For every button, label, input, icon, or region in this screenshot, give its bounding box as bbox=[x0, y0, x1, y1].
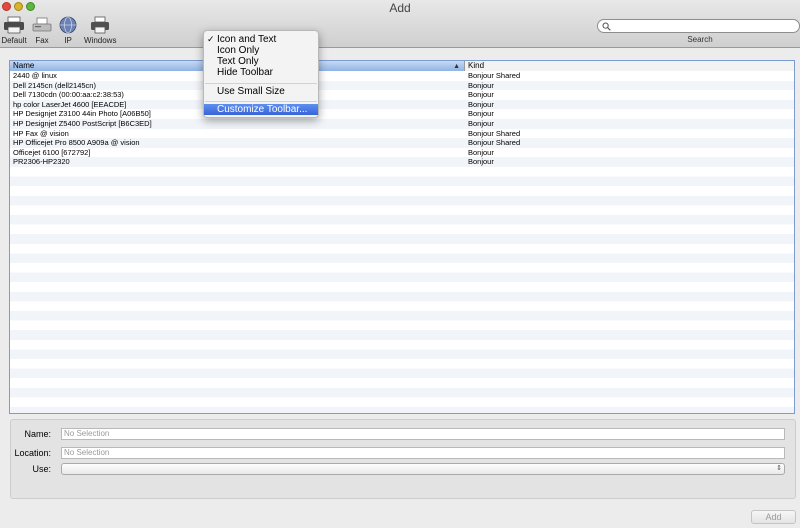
column-header-kind[interactable]: Kind bbox=[465, 61, 794, 71]
toolbar-context-menu: ✓ Icon and Text Icon Only Text Only Hide… bbox=[203, 30, 319, 118]
menu-separator bbox=[205, 83, 317, 84]
search-icon bbox=[602, 22, 611, 31]
printer-kind: Bonjour bbox=[468, 147, 494, 157]
updown-arrows-icon: ⇕ bbox=[776, 465, 782, 472]
use-label: Use: bbox=[32, 464, 51, 474]
search-input[interactable] bbox=[597, 19, 800, 33]
printer-kind: Bonjour bbox=[468, 90, 494, 100]
printer-name: HP Fax @ vision bbox=[13, 128, 69, 138]
table-row[interactable]: 2440 @ linux Bonjour Shared bbox=[10, 71, 794, 81]
printer-name: Officejet 6100 [672792] bbox=[13, 147, 91, 157]
toolbar-fax-label: Fax bbox=[35, 36, 49, 45]
printer-kind: Bonjour bbox=[468, 99, 494, 109]
toolbar-windows-button[interactable]: Windows bbox=[84, 16, 116, 45]
menu-item-text-only[interactable]: Text Only bbox=[204, 56, 318, 67]
table-body: 2440 @ linux Bonjour Shared Dell 2145cn (… bbox=[10, 71, 794, 413]
table-row[interactable]: HP Fax @ vision Bonjour Shared bbox=[10, 128, 794, 139]
toolbar-fax-button[interactable]: Fax bbox=[31, 16, 53, 45]
printer-kind: Bonjour bbox=[468, 118, 494, 128]
printer-name: HP Officejet Pro 8500 A909a @ vision bbox=[13, 138, 140, 148]
toolbar-default-button[interactable]: Default bbox=[1, 16, 27, 45]
menu-item-icon-and-text[interactable]: ✓ Icon and Text bbox=[204, 34, 318, 45]
toolbar-ip-button[interactable]: IP bbox=[57, 16, 79, 45]
printer-kind: Bonjour Shared bbox=[468, 71, 521, 80]
table-row[interactable]: HP Designjet Z3100 44in Photo [A06B50] Bo… bbox=[10, 109, 794, 119]
add-button[interactable]: Add bbox=[751, 510, 796, 524]
printer-icon bbox=[4, 16, 24, 34]
printer-name: HP Designjet Z5400 PostScript [B6C3ED] bbox=[13, 118, 152, 128]
table-row[interactable]: Officejet 6100 [672792] Bonjour bbox=[10, 147, 794, 158]
fax-icon bbox=[32, 17, 52, 32]
window-title: Add bbox=[389, 1, 411, 15]
menu-item-use-small-size[interactable]: Use Small Size bbox=[204, 86, 318, 97]
printer-details-panel: Name: No Selection Location: No Selectio… bbox=[10, 419, 796, 499]
menu-item-hide-toolbar[interactable]: Hide Toolbar bbox=[204, 67, 318, 78]
printer-kind: Bonjour Shared bbox=[468, 128, 521, 138]
table-row[interactable]: hp color LaserJet 4600 [EEACDE] Bonjour bbox=[10, 99, 794, 110]
printer-kind: Bonjour bbox=[468, 109, 494, 119]
printer-table[interactable]: Name ▲ Kind 2440 @ linux Bonjour Shared D… bbox=[9, 60, 795, 414]
table-row[interactable]: PR2306-HP2320 Bonjour bbox=[10, 157, 794, 167]
table-row[interactable]: Dell 7130cdn (00:00:aa:c2:38:53) Bonjour bbox=[10, 90, 794, 100]
globe-icon bbox=[59, 16, 77, 34]
printer-kind: Bonjour bbox=[468, 157, 494, 167]
printer-kind: Bonjour bbox=[468, 80, 494, 90]
table-row[interactable]: Dell 2145cn (dell2145cn) Bonjour bbox=[10, 80, 794, 91]
table-row[interactable]: HP Designjet Z5400 PostScript [B6C3ED] Bo… bbox=[10, 118, 794, 129]
name-label: Name: bbox=[24, 429, 51, 439]
location-label: Location: bbox=[14, 448, 51, 458]
menu-item-icon-only[interactable]: Icon Only bbox=[204, 45, 318, 56]
toolbar-default-label: Default bbox=[1, 36, 27, 45]
menu-item-customize-toolbar[interactable]: Customize Toolbar... bbox=[204, 104, 318, 115]
search-label: Search bbox=[687, 35, 713, 44]
table-row[interactable]: HP Officejet Pro 8500 A909a @ vision Bonj… bbox=[10, 138, 794, 148]
printer-kind: Bonjour Shared bbox=[468, 138, 521, 148]
windows-printer-icon bbox=[91, 16, 109, 34]
printer-name: PR2306-HP2320 bbox=[13, 157, 70, 167]
menu-separator bbox=[205, 101, 317, 102]
location-field[interactable]: No Selection bbox=[61, 447, 785, 459]
name-field[interactable]: No Selection bbox=[61, 428, 785, 440]
toolbar-ip-label: IP bbox=[64, 36, 72, 45]
toolbar-windows-label: Windows bbox=[84, 36, 117, 45]
window-titlebar: Add Default Fax IP Windows Search bbox=[0, 0, 800, 48]
checkmark-icon: ✓ bbox=[207, 34, 215, 44]
use-select[interactable]: ⇕ bbox=[61, 463, 785, 475]
